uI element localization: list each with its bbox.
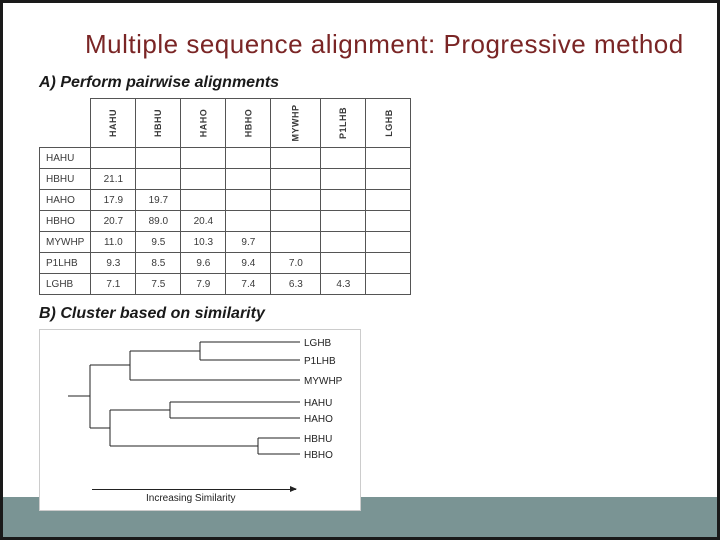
- dendro-label: HBHO: [304, 450, 333, 461]
- cell: [226, 211, 271, 232]
- cell: 8.5: [136, 253, 181, 274]
- cell: [226, 148, 271, 169]
- cell: 19.7: [136, 190, 181, 211]
- col-header: P1LHB: [321, 99, 366, 148]
- cell: [321, 211, 366, 232]
- cell: [226, 190, 271, 211]
- cell: [321, 169, 366, 190]
- col-header: HAHO: [181, 99, 226, 148]
- cell: 89.0: [136, 211, 181, 232]
- cell: 9.7: [226, 232, 271, 253]
- cell: 9.3: [91, 253, 136, 274]
- cell: [366, 169, 411, 190]
- dendrogram: LGHB P1LHB MYWHP HAHU HAHO HBHU HBHO Increasin…: [39, 329, 361, 511]
- cell: [366, 253, 411, 274]
- cell: [181, 190, 226, 211]
- cell: [136, 169, 181, 190]
- cell: 9.4: [226, 253, 271, 274]
- cell: 7.1: [91, 274, 136, 295]
- cell: 9.6: [181, 253, 226, 274]
- dendro-label: MYWHP: [304, 376, 342, 387]
- row-header: HAHO: [40, 190, 91, 211]
- cell: [226, 169, 271, 190]
- slide-title: Multiple sequence alignment: Progressive…: [85, 29, 717, 60]
- cell: [271, 211, 321, 232]
- arrow-icon: [92, 489, 296, 490]
- row-header: HBHO: [40, 211, 91, 232]
- dendro-label: HAHO: [304, 414, 333, 425]
- pairwise-table: HAHUHBHUHAHOHBHOMYWHPP1LHBLGHBHAHUHBHU21…: [39, 98, 359, 295]
- row-header: LGHB: [40, 274, 91, 295]
- cell: [271, 148, 321, 169]
- cell: [321, 253, 366, 274]
- axis-label: Increasing Similarity: [146, 493, 235, 504]
- cell: [321, 190, 366, 211]
- cell: [366, 190, 411, 211]
- cell: [321, 232, 366, 253]
- col-header: HBHO: [226, 99, 271, 148]
- col-header: MYWHP: [271, 99, 321, 148]
- dendro-label: HBHU: [304, 434, 332, 445]
- cell: [366, 148, 411, 169]
- cell: 20.4: [181, 211, 226, 232]
- cell: 9.5: [136, 232, 181, 253]
- cell: [91, 148, 136, 169]
- row-header: P1LHB: [40, 253, 91, 274]
- cell: [366, 232, 411, 253]
- cell: [366, 274, 411, 295]
- cell: 10.3: [181, 232, 226, 253]
- cell: [181, 169, 226, 190]
- cell: 7.0: [271, 253, 321, 274]
- cell: [181, 148, 226, 169]
- dendro-label: P1LHB: [304, 356, 336, 367]
- cell: 17.9: [91, 190, 136, 211]
- cell: [271, 232, 321, 253]
- cell: [321, 148, 366, 169]
- cell: 7.5: [136, 274, 181, 295]
- cell: [271, 190, 321, 211]
- cell: 20.7: [91, 211, 136, 232]
- cell: 4.3: [321, 274, 366, 295]
- slide: Multiple sequence alignment: Progressive…: [0, 0, 720, 540]
- row-header: HAHU: [40, 148, 91, 169]
- cell: 21.1: [91, 169, 136, 190]
- cell: 11.0: [91, 232, 136, 253]
- dendro-label: HAHU: [304, 398, 332, 409]
- col-header: HBHU: [136, 99, 181, 148]
- cell: 7.4: [226, 274, 271, 295]
- cell: [366, 211, 411, 232]
- section-b-heading: B) Cluster based on similarity: [39, 305, 717, 323]
- dendro-label: LGHB: [304, 338, 331, 349]
- col-header: LGHB: [366, 99, 411, 148]
- cell: [136, 148, 181, 169]
- section-a-heading: A) Perform pairwise alignments: [39, 74, 717, 92]
- cell: [271, 169, 321, 190]
- cell: 6.3: [271, 274, 321, 295]
- row-header: HBHU: [40, 169, 91, 190]
- cell: 7.9: [181, 274, 226, 295]
- col-header: HAHU: [91, 99, 136, 148]
- row-header: MYWHP: [40, 232, 91, 253]
